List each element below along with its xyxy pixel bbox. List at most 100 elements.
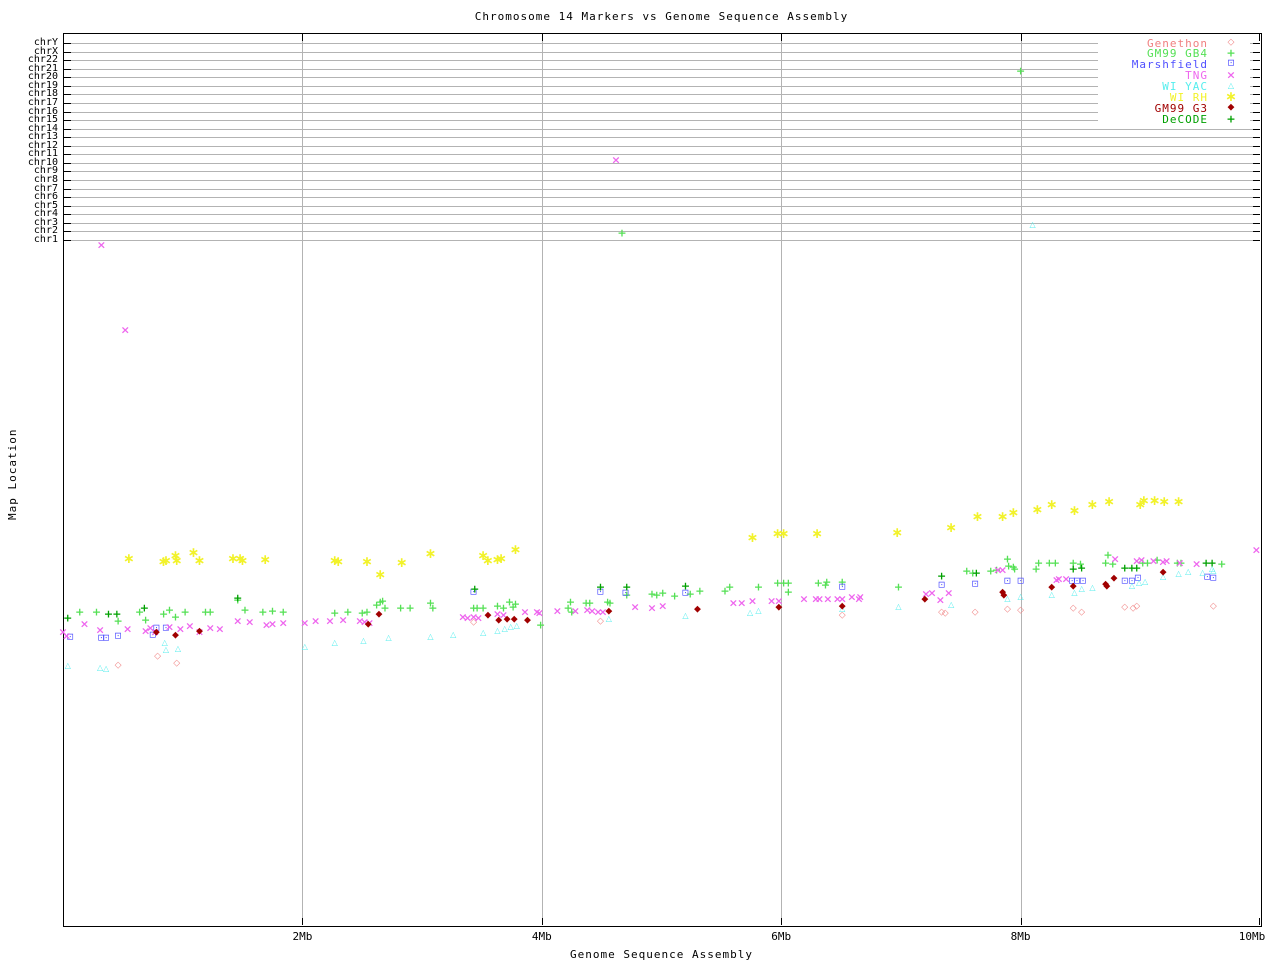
y-axis-tick-right (1253, 60, 1260, 62)
data-point: ◆ (1110, 573, 1118, 584)
data-point: △ (494, 626, 501, 635)
data-point: ◇ (1069, 603, 1077, 614)
data-point: + (470, 582, 480, 596)
gridline-x-6Mb (781, 34, 783, 924)
data-point: △ (1089, 583, 1096, 592)
data-point: ◇ (114, 660, 122, 671)
data-point: × (944, 586, 954, 600)
data-point: ◆ (172, 630, 179, 641)
legend-marker-diamond_open: ◇ (1227, 37, 1235, 47)
legend-marker-x: × (1226, 68, 1236, 82)
data-point: + (822, 575, 832, 589)
data-point: + (139, 601, 149, 615)
data-point: + (91, 605, 102, 619)
data-point: ∗ (746, 530, 759, 546)
data-point: × (267, 617, 278, 631)
data-point: × (310, 614, 321, 628)
data-point: + (405, 601, 415, 615)
data-point: ∗ (971, 509, 984, 525)
data-point: + (595, 580, 606, 594)
data-point: ◆ (775, 602, 783, 613)
data-point: + (535, 618, 546, 632)
data-point: ◆ (1048, 582, 1056, 593)
data-point: △ (174, 644, 181, 653)
data-point: ◇ (1133, 601, 1141, 612)
data-point: ∗ (777, 526, 790, 542)
data-point: △ (450, 630, 457, 639)
data-point: ∗ (891, 525, 904, 541)
y-axis-tick-right (1253, 137, 1260, 139)
chart-canvas: Chromosome 14 Markers vs Genome Sequence… (0, 0, 1280, 960)
y-axis-tick-right (1253, 128, 1260, 130)
data-point: ⊡ (1016, 576, 1025, 587)
data-point: ∗ (1158, 494, 1171, 510)
y-axis-tick-right (1253, 43, 1260, 44)
legend-marker-diamond_filled: ◆ (1227, 102, 1235, 113)
legend-marker-plus: + (1226, 112, 1236, 126)
data-point: + (205, 605, 215, 619)
y-axis-tick-right (1253, 188, 1260, 190)
data-point: ◇ (154, 651, 162, 662)
gridline-chromosome (64, 197, 1259, 199)
data-point: + (1217, 557, 1227, 571)
data-point: △ (1175, 569, 1182, 578)
y-axis-tick-left (64, 154, 71, 156)
data-point: + (936, 569, 947, 583)
data-point: + (233, 591, 243, 605)
y-axis-tick-left (64, 205, 71, 207)
data-point: + (180, 605, 190, 619)
data-point: ∗ (424, 546, 437, 562)
gridline-chromosome (64, 188, 1259, 190)
y-axis-tick-right (1253, 51, 1260, 53)
x-tick-label-4Mb: 4Mb (531, 930, 552, 943)
data-point: × (570, 604, 580, 618)
x-axis-tick-top (302, 34, 304, 41)
gridline-chromosome (64, 154, 1259, 156)
data-point: ∗ (945, 520, 958, 536)
data-point: + (1010, 562, 1020, 576)
data-point: ⊡ (838, 582, 847, 593)
y-axis-tick-left (64, 137, 71, 139)
y-axis-tick-right (1253, 154, 1260, 156)
data-point: ◆ (921, 594, 929, 605)
data-point: ◇ (1078, 607, 1086, 618)
data-point: ⊡ (971, 579, 979, 590)
data-point: △ (755, 606, 762, 615)
data-point: △ (103, 664, 110, 673)
x-axis-tick-bottom (1259, 918, 1260, 925)
data-point: × (855, 590, 865, 604)
x-tick-label-2Mb: 2Mb (292, 930, 313, 943)
y-axis-tick-right (1253, 102, 1260, 104)
data-point: ◇ (1017, 605, 1025, 616)
data-point: ∗ (361, 554, 373, 570)
data-point: × (1175, 556, 1185, 570)
data-point: × (630, 600, 640, 614)
y-axis-tick-left (64, 145, 71, 147)
data-point: × (120, 323, 130, 337)
data-point: ∗ (1045, 497, 1058, 513)
data-point: ◇ (1209, 601, 1217, 612)
data-point: ◆ (495, 615, 503, 626)
data-point: × (647, 601, 657, 615)
data-point: + (971, 566, 981, 580)
y-axis-tick-right (1253, 197, 1260, 199)
data-point: × (278, 616, 288, 630)
data-point: + (1132, 561, 1142, 575)
data-point: ◆ (605, 606, 613, 617)
data-point: △ (480, 628, 487, 637)
data-point: △ (1128, 581, 1135, 590)
data-point: ◆ (1000, 590, 1008, 601)
data-point: △ (331, 638, 338, 647)
data-point: + (893, 580, 904, 594)
y-axis-tick-right (1253, 85, 1260, 87)
y-axis-tick-right (1253, 145, 1260, 147)
x-axis-label: Genome Sequence Assembly (570, 948, 753, 960)
data-point: △ (746, 608, 754, 617)
data-point: ◆ (693, 604, 701, 615)
data-point: △ (1142, 577, 1149, 586)
y-axis-tick-left (64, 197, 71, 199)
data-point: △ (895, 602, 902, 611)
data-point: △ (301, 642, 308, 651)
data-point: ◇ (941, 608, 949, 619)
data-point: ◆ (510, 614, 518, 625)
